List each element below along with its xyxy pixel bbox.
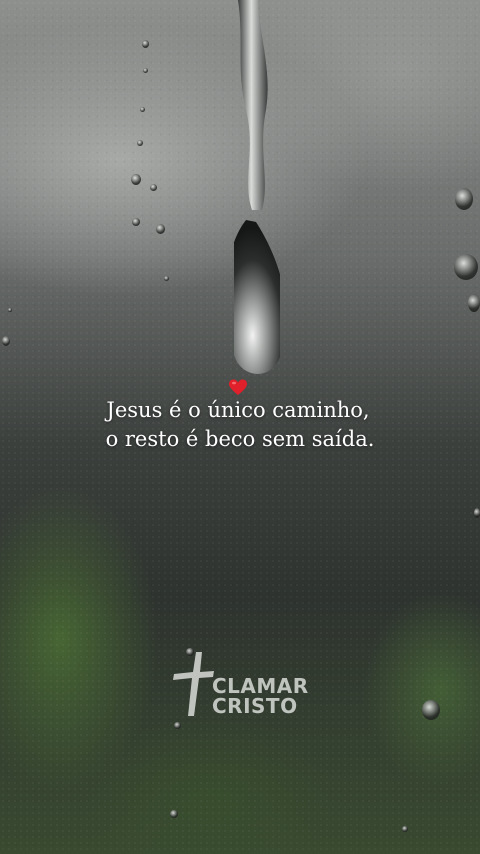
droplet [156, 224, 165, 234]
droplet [131, 174, 141, 185]
droplet [454, 254, 478, 280]
cross-icon [173, 652, 214, 716]
clamar-cristo-logo: CLAMAR CRISTO [168, 650, 318, 720]
droplet [474, 508, 480, 518]
logo-word-cristo: CRISTO [212, 694, 298, 718]
droplet [164, 276, 169, 281]
quote-line-1: Jesus é o único caminho, [106, 398, 370, 422]
droplet [174, 722, 181, 729]
droplet [402, 826, 408, 832]
droplet [455, 188, 473, 210]
droplet [137, 140, 143, 146]
logo-word-clamar: CLAMAR [212, 674, 309, 698]
heart-icon [229, 379, 247, 395]
quote-line-2: o resto é beco sem saída. [105, 427, 375, 451]
droplet [142, 40, 149, 48]
droplet [150, 184, 157, 191]
background-photo: Jesus é o único caminho, o resto é beco … [0, 0, 480, 854]
droplet [132, 218, 140, 226]
droplet [170, 810, 178, 818]
droplet [422, 700, 440, 720]
water-drop [234, 0, 280, 374]
quote-text: Jesus é o único caminho, o resto é beco … [0, 396, 480, 454]
droplet [468, 294, 480, 312]
droplet [2, 336, 10, 346]
droplet [8, 308, 12, 312]
droplet [143, 68, 148, 73]
droplet [140, 107, 145, 112]
